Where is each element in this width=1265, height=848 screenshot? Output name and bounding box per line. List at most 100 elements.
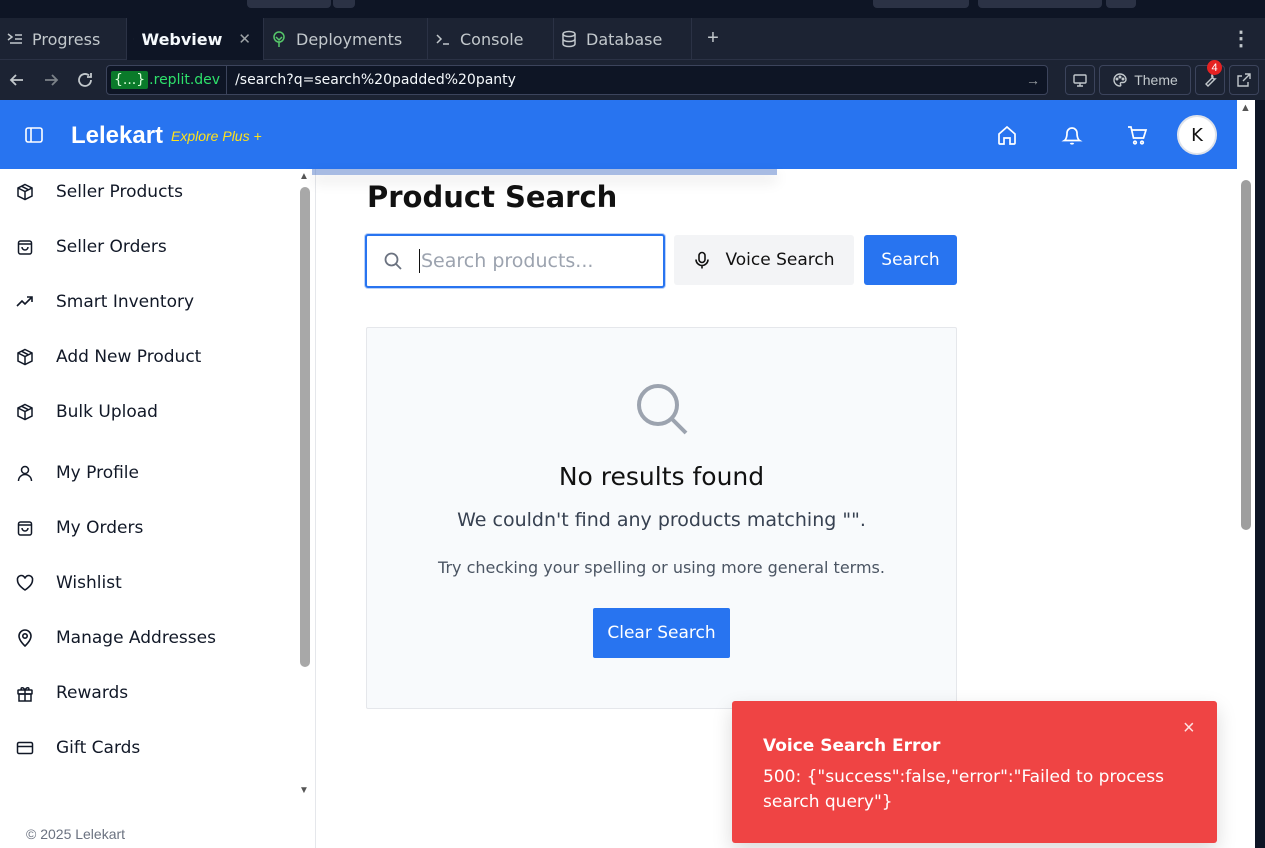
main-scrollbar[interactable]: ▲ — [1237, 100, 1255, 848]
sidebar-item-gift-cards[interactable]: Gift Cards — [16, 738, 140, 758]
scroll-up-arrow-icon[interactable]: ▲ — [299, 171, 309, 182]
main-scroll-thumb[interactable] — [1241, 180, 1251, 530]
ide-top-pill — [873, 0, 969, 8]
tab-label: Database — [586, 29, 663, 49]
tab-webview[interactable]: Webview ✕ — [127, 18, 264, 60]
sidebar-scrollbar[interactable]: ▲ ▼ — [299, 169, 312, 799]
sidebar-toggle-icon[interactable] — [24, 126, 44, 144]
sidebar-item-manage-addresses[interactable]: Manage Addresses — [16, 628, 216, 648]
ide-top-pill — [978, 0, 1102, 8]
ide-tab-bar: Progress Webview ✕ Deployments Console D… — [0, 18, 1265, 60]
sidebar-item-label: Seller Orders — [56, 237, 167, 257]
notification-badge: 4 — [1207, 60, 1222, 75]
voice-search-button[interactable]: Voice Search — [674, 235, 854, 285]
shopping-bag-icon — [17, 521, 33, 536]
page-title: Product Search — [367, 180, 618, 214]
url-domain-braces: {...} — [111, 71, 149, 89]
search-icon — [384, 252, 402, 270]
home-icon[interactable] — [996, 124, 1018, 146]
url-domain: {...} .replit.dev — [107, 66, 228, 94]
tab-label: Console — [460, 29, 524, 49]
progress-icon — [7, 33, 22, 44]
tab-progress[interactable]: Progress — [0, 18, 127, 60]
package-icon — [17, 183, 33, 201]
database-icon — [562, 30, 576, 48]
avatar[interactable]: K — [1177, 115, 1217, 155]
palette-icon — [1113, 73, 1127, 87]
ide-top-pill — [333, 0, 355, 8]
sidebar-item-label: My Profile — [56, 463, 139, 483]
search-button[interactable]: Search — [864, 235, 957, 285]
map-pin-icon — [18, 629, 32, 647]
sidebar-item-seller-products[interactable]: Seller Products — [16, 182, 183, 202]
search-input[interactable] — [421, 250, 651, 272]
devtools-button[interactable]: 4 — [1195, 60, 1225, 95]
sidebar-item-my-orders[interactable]: My Orders — [16, 518, 143, 538]
sidebar-item-label: Seller Products — [56, 182, 183, 202]
clear-search-button[interactable]: Clear Search — [593, 608, 730, 658]
search-field[interactable] — [365, 234, 665, 288]
open-new-window-button[interactable] — [1229, 65, 1259, 95]
gift-icon — [17, 687, 33, 702]
heart-icon — [16, 574, 34, 591]
shopping-bag-icon — [17, 240, 33, 255]
sidebar-item-label: Smart Inventory — [56, 292, 195, 312]
device-preview-button[interactable] — [1065, 65, 1095, 95]
back-button[interactable] — [0, 63, 34, 97]
arrow-left-icon — [9, 74, 23, 86]
go-arrow-icon[interactable]: → — [1019, 72, 1047, 88]
text-caret — [419, 249, 420, 273]
tab-console[interactable]: Console — [428, 18, 554, 60]
brand-logo[interactable]: Lelekart — [71, 122, 163, 150]
sidebar-item-label: My Orders — [56, 518, 144, 538]
scroll-down-arrow-icon[interactable]: ▼ — [299, 785, 309, 796]
scroll-up-arrow-icon[interactable]: ▲ — [1240, 102, 1251, 114]
url-path: /search?q=search%20padded%20panty — [235, 72, 516, 88]
url-tools: Theme 4 — [1065, 60, 1259, 95]
sidebar-item-rewards[interactable]: Rewards — [16, 683, 128, 703]
webview-url-bar: {...} .replit.dev /search?q=search%20pad… — [0, 60, 1265, 100]
voice-search-label: Voice Search — [725, 250, 835, 270]
toast-title: Voice Search Error — [763, 736, 941, 756]
url-domain-text: .replit.dev — [149, 72, 221, 88]
sidebar-item-add-new-product[interactable]: Add New Product — [16, 347, 201, 367]
sidebar-item-label: Wishlist — [56, 573, 122, 593]
ide-top-pill — [1106, 0, 1136, 8]
trending-up-icon — [16, 296, 33, 307]
ide-top-pill — [247, 0, 331, 8]
theme-button[interactable]: Theme — [1099, 65, 1191, 95]
search-icon — [637, 384, 688, 435]
tab-deployments[interactable]: Deployments — [264, 18, 428, 60]
reload-button[interactable] — [68, 63, 102, 97]
sidebar-item-smart-inventory[interactable]: Smart Inventory — [16, 292, 194, 312]
package-icon — [17, 348, 33, 366]
webview: Lelekart Explore Plus + K Seller Product… — [0, 100, 1255, 848]
sidebar-item-wishlist[interactable]: Wishlist — [16, 573, 122, 593]
tab-label: Progress — [32, 29, 101, 49]
cart-icon[interactable] — [1126, 124, 1148, 146]
url-input[interactable]: {...} .replit.dev /search?q=search%20pad… — [106, 65, 1048, 95]
monitor-icon — [1073, 74, 1087, 87]
add-tab-button[interactable]: + — [692, 18, 734, 59]
sidebar-item-seller-orders[interactable]: Seller Orders — [16, 237, 167, 257]
terminal-icon — [436, 34, 449, 45]
empty-hint: Try checking your spelling or using more… — [438, 558, 885, 577]
forward-button[interactable] — [34, 63, 68, 97]
sidebar-scroll-thumb[interactable] — [300, 187, 310, 667]
close-icon[interactable]: ✕ — [238, 30, 251, 48]
close-icon[interactable]: × — [1183, 717, 1195, 740]
dropdown-shadow — [312, 169, 777, 175]
sidebar-item-label: Gift Cards — [56, 738, 141, 758]
sidebar-item-bulk-upload[interactable]: Bulk Upload — [16, 402, 158, 422]
deployments-icon — [273, 31, 285, 47]
arrow-right-icon — [45, 74, 59, 86]
more-options-icon[interactable]: ⋮ — [1231, 26, 1251, 51]
credit-card-icon — [16, 741, 34, 755]
theme-label: Theme — [1134, 72, 1178, 88]
microphone-icon — [695, 251, 710, 269]
empty-message: We couldn't find any products matching "… — [457, 509, 866, 531]
toast-message: 500: {"success":false,"error":"Failed to… — [763, 767, 1164, 812]
sidebar-item-my-profile[interactable]: My Profile — [16, 463, 139, 483]
bell-icon[interactable] — [1061, 124, 1083, 146]
tab-database[interactable]: Database — [554, 18, 692, 60]
